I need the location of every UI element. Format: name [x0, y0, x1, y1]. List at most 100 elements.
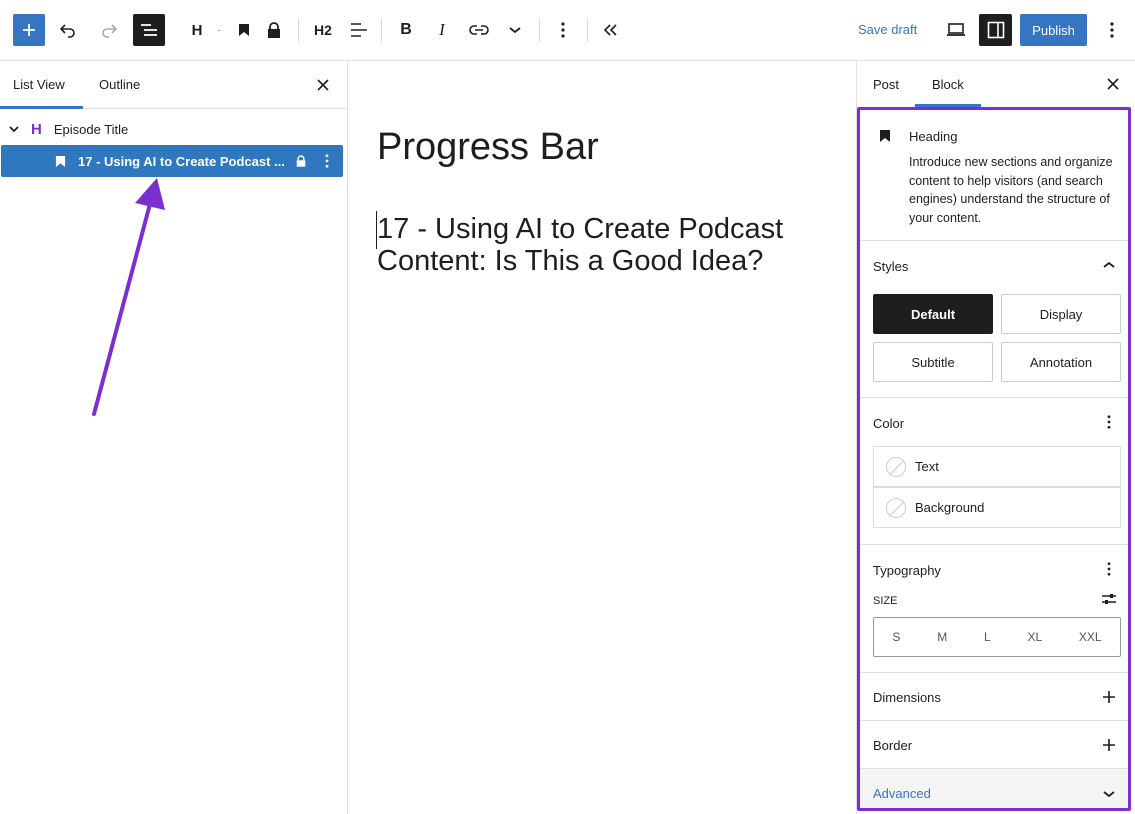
redo-button[interactable]	[97, 18, 121, 42]
lock-button[interactable]	[264, 18, 284, 42]
active-tab-indicator	[915, 104, 981, 107]
bookmark-icon	[880, 130, 890, 142]
undo-button[interactable]	[56, 18, 80, 42]
background-color-item[interactable]: Background	[873, 487, 1121, 528]
style-annotation-button[interactable]: Annotation	[1001, 342, 1121, 382]
close-icon	[317, 79, 329, 91]
post-title[interactable]: Progress Bar	[377, 125, 599, 171]
document-overview-panel: List View Outline H Episode Title 17 - U…	[0, 61, 348, 814]
kebab-icon[interactable]	[1107, 415, 1111, 429]
editor-toolbar: H · H2 B I Save draft Publish	[0, 0, 1135, 61]
kebab-icon[interactable]	[1107, 562, 1111, 576]
styles-title[interactable]: Styles	[873, 259, 908, 274]
empty-swatch-icon	[886, 497, 906, 518]
bookmark-icon	[55, 155, 66, 167]
plus-icon[interactable]	[1102, 690, 1116, 704]
toolbar-separator	[587, 18, 588, 42]
move-dot-icon[interactable]: ·	[214, 18, 224, 42]
overview-tabs: List View Outline	[0, 61, 347, 109]
close-panel-button[interactable]	[313, 75, 333, 95]
align-left-icon	[351, 23, 367, 37]
size-label: SIZE	[873, 595, 898, 607]
border-panel[interactable]: Border	[860, 721, 1128, 769]
chevron-up-icon[interactable]	[1103, 261, 1115, 269]
block-description: Introduce new sections and organize cont…	[909, 155, 1113, 225]
laptop-icon	[947, 23, 965, 36]
size-option-l[interactable]: L	[984, 630, 991, 644]
toolbar-separator	[381, 18, 382, 42]
add-block-button[interactable]	[13, 14, 45, 46]
bookmark-button[interactable]	[234, 18, 254, 42]
tab-outline[interactable]: Outline	[99, 77, 140, 92]
heading-block-icon: H	[31, 120, 42, 138]
tab-post[interactable]: Post	[873, 77, 899, 92]
font-size-picker[interactable]: S M L XL XXL	[873, 617, 1121, 657]
tab-block[interactable]: Block	[932, 77, 964, 92]
plus-icon[interactable]	[1102, 738, 1116, 752]
plus-icon	[23, 24, 35, 36]
settings-sliders-icon[interactable]	[1101, 592, 1117, 606]
size-option-xxl[interactable]: XXL	[1079, 630, 1102, 644]
save-draft-button[interactable]: Save draft	[858, 22, 917, 37]
close-sidebar-button[interactable]	[1103, 74, 1123, 94]
options-menu-button[interactable]	[1102, 18, 1122, 42]
undo-icon	[59, 24, 75, 38]
bold-button[interactable]: B	[396, 18, 416, 42]
close-icon	[1107, 78, 1119, 90]
empty-swatch-icon	[886, 456, 906, 477]
align-button[interactable]	[348, 18, 370, 42]
toolbar-separator	[298, 18, 299, 42]
border-title: Border	[873, 738, 913, 753]
chevrons-left-icon	[603, 24, 617, 36]
chevron-down-icon[interactable]	[9, 125, 19, 133]
collapse-toolbar-button[interactable]	[598, 18, 622, 42]
heading-level-button[interactable]: H2	[309, 18, 337, 42]
dimensions-title: Dimensions	[873, 690, 941, 705]
lock-icon	[268, 22, 280, 38]
active-tab-indicator	[0, 106, 83, 109]
chevron-down-icon[interactable]	[1103, 790, 1115, 798]
block-type-heading-icon[interactable]: H	[186, 18, 208, 42]
advanced-title: Advanced	[873, 786, 931, 801]
list-item-selected[interactable]: 17 - Using AI to Create Podcast ...	[1, 145, 343, 177]
typography-title: Typography	[873, 563, 941, 578]
block-options-button[interactable]	[553, 18, 573, 42]
size-option-xl[interactable]: XL	[1027, 630, 1042, 644]
lock-icon	[296, 155, 306, 167]
editor-canvas: Progress Bar 17 - Using AI to Create Pod…	[349, 61, 855, 814]
preview-button[interactable]	[944, 18, 968, 42]
style-display-button[interactable]: Display	[1001, 294, 1121, 334]
dimensions-panel[interactable]: Dimensions	[860, 673, 1128, 721]
styles-panel: Styles Default Display Subtitle Annotati…	[860, 241, 1128, 398]
background-color-label: Background	[915, 500, 985, 515]
style-default-button[interactable]: Default	[873, 294, 993, 334]
link-icon	[469, 25, 489, 35]
list-item[interactable]: H Episode Title	[0, 114, 348, 144]
typography-panel: Typography SIZE S M L XL XXL	[860, 545, 1128, 673]
link-button[interactable]	[467, 18, 491, 42]
redo-icon	[102, 24, 118, 38]
size-option-m[interactable]: M	[937, 630, 947, 644]
sidebar-tabs: Post Block	[857, 61, 1135, 107]
bookmark-icon	[239, 24, 249, 36]
publish-button[interactable]: Publish	[1020, 14, 1087, 46]
chevron-down-icon	[509, 27, 521, 34]
block-card: Heading Introduce new sections and organ…	[860, 110, 1128, 241]
list-item-label: Episode Title	[53, 121, 129, 137]
style-subtitle-button[interactable]: Subtitle	[873, 342, 993, 382]
document-overview-button[interactable]	[133, 14, 165, 46]
block-name: Heading	[909, 129, 958, 144]
kebab-icon	[1110, 22, 1114, 38]
size-option-s[interactable]: S	[892, 630, 900, 644]
italic-button[interactable]: I	[432, 18, 452, 42]
heading-block[interactable]: 17 - Using AI to Create Podcast Content:…	[377, 213, 817, 277]
color-panel: Color Text Background	[860, 398, 1128, 545]
settings-toggle-button[interactable]	[979, 14, 1012, 46]
more-rich-text-button[interactable]	[504, 18, 526, 42]
advanced-panel[interactable]: Advanced	[860, 769, 1128, 811]
tab-list-view[interactable]: List View	[13, 77, 65, 92]
toolbar-separator	[539, 18, 540, 42]
list-item-label: 17 - Using AI to Create Podcast ...	[78, 153, 285, 169]
kebab-icon[interactable]	[325, 154, 329, 168]
text-color-item[interactable]: Text	[873, 446, 1121, 487]
